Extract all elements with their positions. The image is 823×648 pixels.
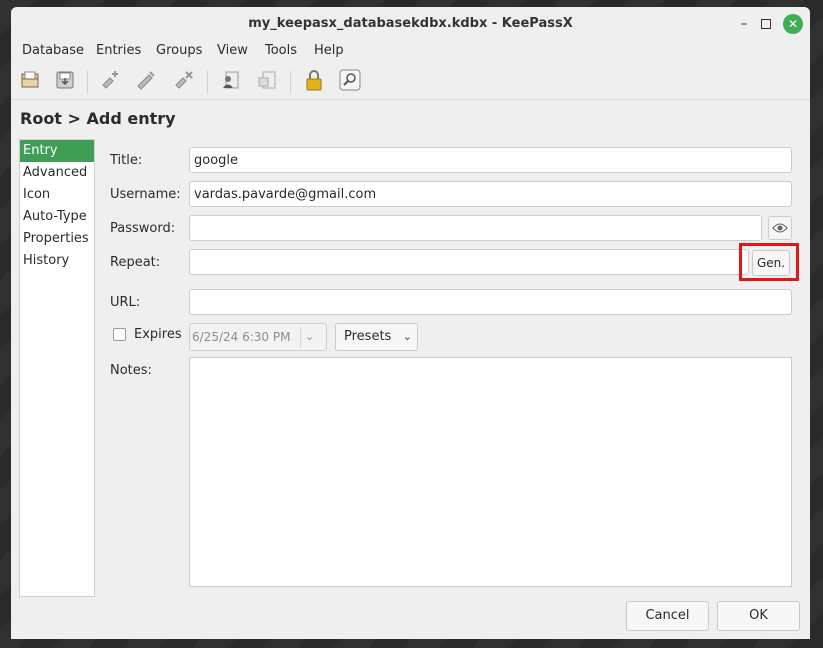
menu-tools[interactable]: Tools — [265, 43, 297, 58]
close-icon[interactable]: ✕ — [783, 14, 803, 34]
notes-field[interactable] — [189, 357, 792, 587]
chevron-down-icon: ⌄ — [305, 330, 315, 343]
menu-database[interactable]: Database — [22, 43, 84, 58]
lock-icon[interactable] — [300, 66, 328, 94]
edit-entry-icon[interactable] — [132, 66, 160, 94]
category-entry[interactable]: Entry — [20, 140, 94, 162]
toolbar-separator — [290, 71, 291, 93]
search-icon[interactable] — [336, 66, 364, 94]
category-list: Entry Advanced Icon Auto-Type Properties… — [19, 139, 95, 597]
toggle-password-visibility-button[interactable] — [768, 216, 792, 240]
category-auto-type[interactable]: Auto-Type — [20, 206, 94, 228]
password-label: Password: — [110, 221, 176, 236]
expiry-date-field: 6/25/24 6:30 PM ⌄ — [189, 323, 327, 351]
eye-icon — [772, 223, 788, 233]
page-title: Root > Add entry — [20, 109, 176, 128]
toolbar — [11, 63, 810, 100]
toolbar-separator — [207, 71, 208, 93]
title-label: Title: — [110, 153, 143, 168]
maximize-icon[interactable] — [756, 14, 776, 34]
save-database-icon[interactable] — [51, 66, 79, 94]
url-label: URL: — [110, 295, 141, 310]
password-field[interactable] — [189, 215, 762, 241]
category-history[interactable]: History — [20, 250, 94, 272]
url-field[interactable] — [189, 289, 792, 315]
date-separator — [300, 327, 301, 347]
toolbar-separator — [87, 71, 88, 93]
presets-dropdown[interactable]: Presets ⌄ — [335, 323, 418, 351]
category-icon[interactable]: Icon — [20, 184, 94, 206]
menu-entries[interactable]: Entries — [96, 43, 141, 58]
title-bar: my_keepasx_databasekdbx.kdbx - KeePassX — [11, 7, 810, 40]
menu-groups[interactable]: Groups — [156, 43, 202, 58]
chevron-down-icon: ⌄ — [402, 330, 412, 343]
keepassx-window: my_keepasx_databasekdbx.kdbx - KeePassX … — [11, 7, 810, 639]
title-field[interactable] — [189, 147, 792, 173]
minimize-icon[interactable]: – — [734, 14, 754, 34]
cancel-button[interactable]: Cancel — [626, 601, 709, 631]
category-properties[interactable]: Properties — [20, 228, 94, 250]
expires-checkbox[interactable] — [113, 328, 126, 341]
ok-button[interactable]: OK — [717, 601, 800, 631]
generate-password-button[interactable]: Gen. — [752, 250, 790, 276]
copy-password-icon[interactable] — [253, 66, 281, 94]
notes-label: Notes: — [110, 363, 152, 378]
expiry-date-value: 6/25/24 6:30 PM — [192, 330, 291, 344]
menu-bar: Database Entries Groups View Tools Help — [11, 40, 810, 62]
expires-label: Expires — [134, 327, 182, 342]
add-entry-icon[interactable] — [97, 66, 125, 94]
delete-entry-icon[interactable] — [170, 66, 198, 94]
open-database-icon[interactable] — [16, 66, 44, 94]
window-title: my_keepasx_databasekdbx.kdbx - KeePassX — [248, 16, 573, 31]
menu-help[interactable]: Help — [314, 43, 344, 58]
username-label: Username: — [110, 187, 181, 202]
presets-label: Presets — [344, 329, 392, 344]
category-advanced[interactable]: Advanced — [20, 162, 94, 184]
repeat-password-field[interactable] — [189, 249, 749, 275]
username-field[interactable] — [189, 181, 792, 207]
menu-view[interactable]: View — [217, 43, 248, 58]
copy-username-icon[interactable] — [216, 66, 244, 94]
repeat-label: Repeat: — [110, 255, 161, 270]
